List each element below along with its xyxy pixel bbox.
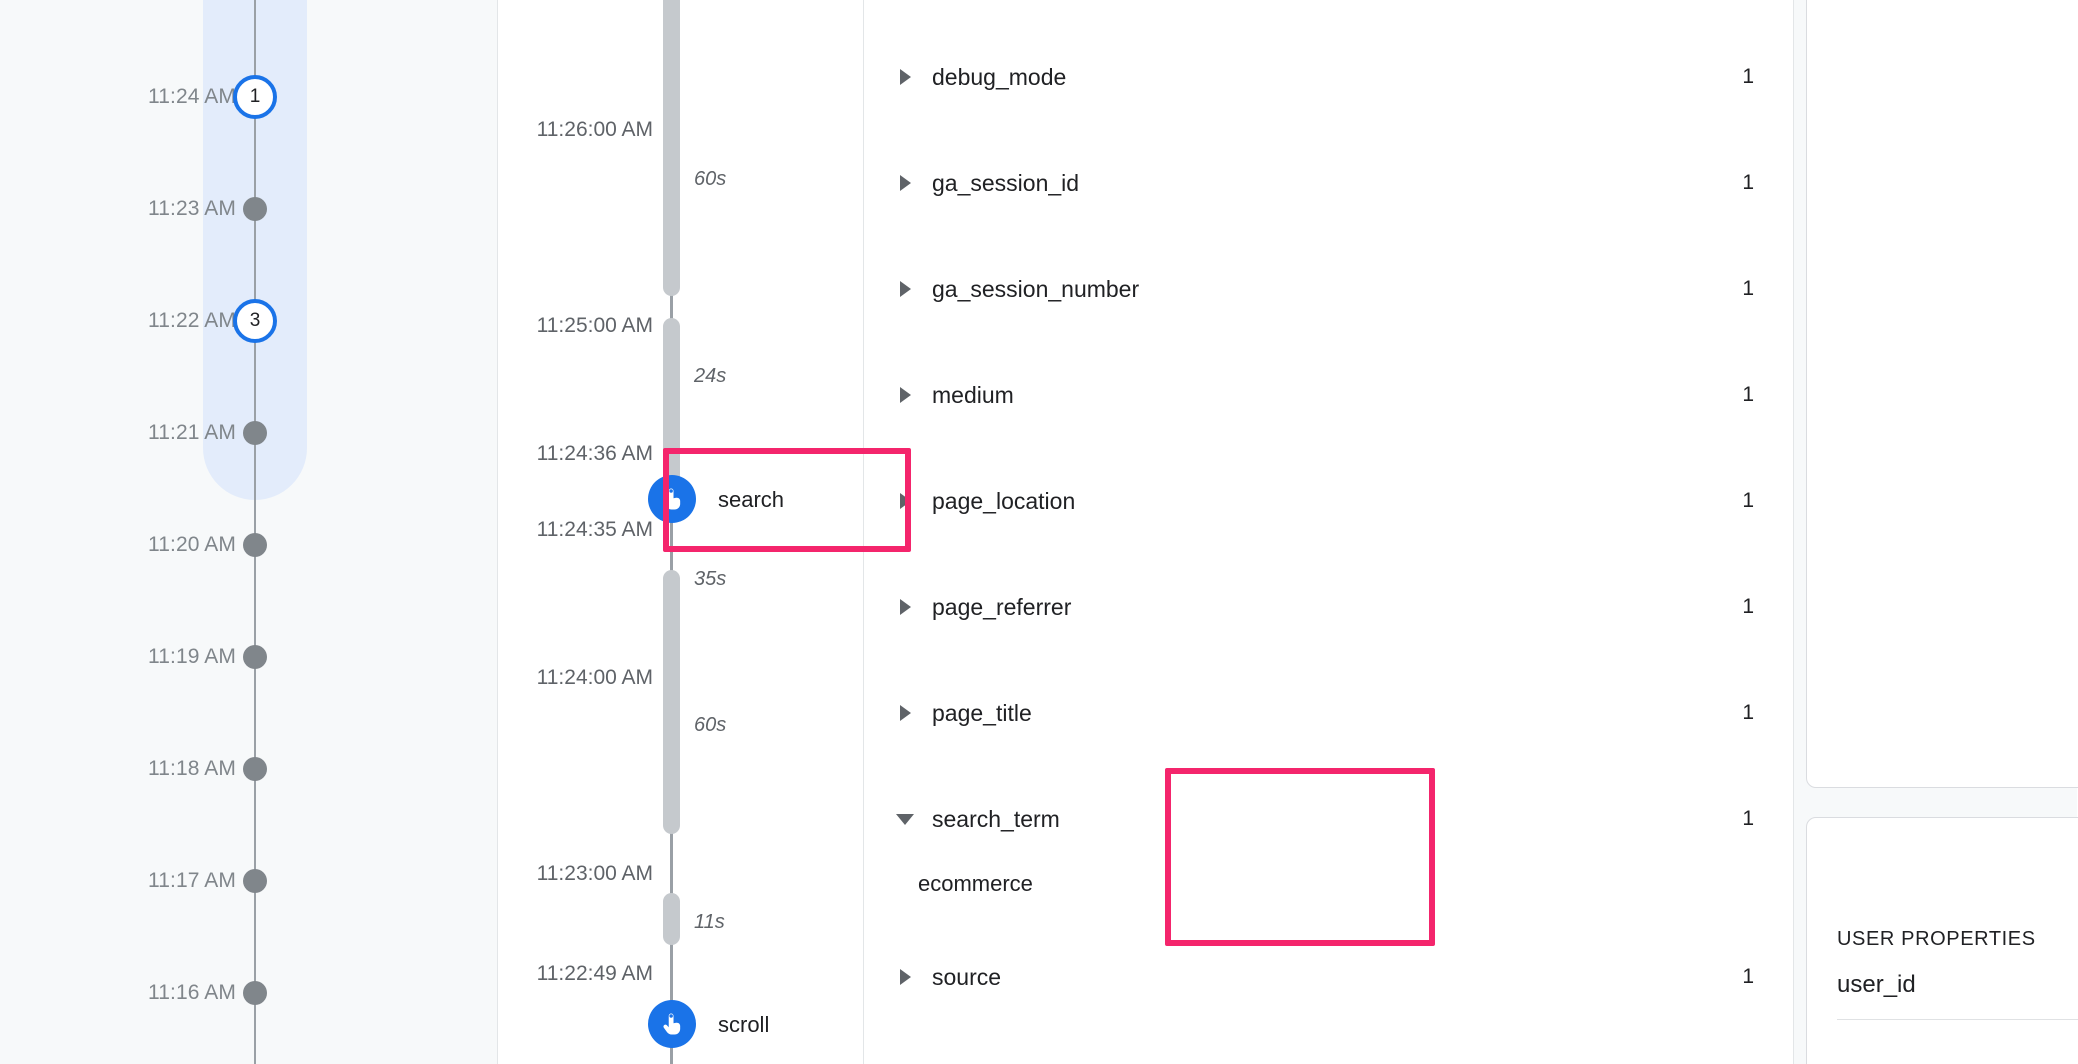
minute-dot-marker (243, 533, 267, 557)
event-timestamp: 11:24:00 AM (536, 666, 653, 689)
parameter-name: ga_session_id (932, 169, 1080, 196)
minute-label: 11:20 AM (148, 533, 236, 556)
minute-row[interactable]: 11:24 AM 1 (0, 75, 498, 119)
minute-event-count-badge[interactable]: 3 (233, 299, 277, 343)
parameter-name: medium (932, 381, 1014, 408)
user-property-divider (1837, 1019, 2078, 1020)
minute-label: 11:16 AM (148, 981, 236, 1004)
minute-row[interactable]: 11:19 AM (0, 642, 498, 672)
parameter-count: 1 (1742, 965, 1754, 988)
parameter-row[interactable]: source 1 (864, 949, 1794, 1005)
minute-row[interactable]: 11:22 AM 3 (0, 299, 498, 343)
minute-event-count-badge[interactable]: 1 (233, 75, 277, 119)
timeline-duration-segment (663, 704, 680, 834)
timeline-duration-segment (663, 0, 680, 296)
timeline-duration-segment (663, 893, 680, 945)
minute-row[interactable]: 11:18 AM (0, 754, 498, 784)
minute-label: 11:23 AM (148, 197, 236, 220)
event-timestamp: 11:24:36 AM (536, 442, 653, 465)
minute-dot-marker (243, 869, 267, 893)
event-stream-column: 11:26:00 AM 11:25:00 AM 11:24:36 AM 11:24:3… (498, 0, 864, 1064)
minute-dot-marker (243, 757, 267, 781)
chevron-right-icon[interactable] (900, 175, 911, 191)
touch-icon[interactable] (648, 475, 696, 523)
minute-label: 11:19 AM (148, 645, 236, 668)
event-gap-duration: 35s (694, 568, 727, 590)
event-timestamp: 11:24:35 AM (536, 518, 653, 541)
minute-timeline-column: 11:24 AM 1 11:23 AM 11:22 AM 3 11:21 AM 11:20 … (0, 0, 498, 1064)
parameter-count: 1 (1742, 171, 1754, 194)
minute-row[interactable]: 11:17 AM (0, 866, 498, 896)
parameter-count: 1 (1742, 807, 1754, 830)
user-properties-title: USER PROPERTIES (1837, 928, 2036, 950)
chevron-right-icon[interactable] (900, 599, 911, 615)
minute-label: 11:24 AM (148, 85, 236, 108)
event-name[interactable]: search (718, 487, 784, 513)
event-timestamp: 11:23:00 AM (536, 862, 653, 885)
parameter-name: search_term (932, 805, 1060, 832)
event-gap-duration: 11s (694, 911, 725, 933)
summary-panel-column: scrollsearch USER PROPERTIES user_id (1794, 0, 2078, 1064)
minute-row[interactable]: 11:20 AM (0, 530, 498, 560)
top-events-card: scrollsearch (1806, 0, 2078, 788)
parameter-row[interactable]: ga_session_id 1 (864, 155, 1794, 211)
event-timestamp: 11:25:00 AM (536, 314, 653, 337)
minute-label: 11:18 AM (148, 757, 236, 780)
event-timestamp: 11:26:00 AM (536, 118, 653, 141)
parameter-count: 1 (1742, 595, 1754, 618)
minute-row[interactable]: 11:16 AM (0, 978, 498, 1008)
analytics-debugview-screen: 11:24 AM 1 11:23 AM 11:22 AM 3 11:21 AM 11:20 … (0, 0, 2078, 1064)
minute-label: 11:22 AM (148, 309, 236, 332)
minute-dot-marker (243, 645, 267, 669)
parameter-row[interactable]: ga_session_number 1 (864, 261, 1794, 317)
chevron-right-icon[interactable] (900, 705, 911, 721)
parameter-count: 1 (1742, 383, 1754, 406)
parameter-count: 1 (1742, 489, 1754, 512)
minute-row[interactable]: 11:23 AM (0, 194, 498, 224)
parameter-count: 1 (1742, 277, 1754, 300)
parameter-row[interactable]: page_referrer 1 (864, 579, 1794, 635)
minute-row[interactable]: 11:21 AM (0, 418, 498, 448)
chevron-down-icon[interactable] (896, 814, 914, 825)
parameter-count: 1 (1742, 65, 1754, 88)
minute-dot-marker (243, 197, 267, 221)
parameter-row[interactable]: debug_mode 1 (864, 49, 1794, 105)
minute-label: 11:21 AM (148, 421, 236, 444)
chevron-right-icon[interactable] (900, 387, 911, 403)
parameter-name: page_location (932, 487, 1076, 514)
parameter-row[interactable]: page_title 1 (864, 685, 1794, 741)
minute-dot-marker (243, 421, 267, 445)
parameter-value: ecommerce (918, 871, 1033, 896)
event-timestamp: 11:22:49 AM (536, 962, 653, 985)
touch-icon[interactable] (648, 1000, 696, 1048)
chevron-right-icon[interactable] (900, 281, 911, 297)
chevron-right-icon[interactable] (900, 969, 911, 985)
minute-label: 11:17 AM (148, 869, 236, 892)
minute-dot-marker (243, 981, 267, 1005)
parameter-row[interactable]: page_location 1 (864, 473, 1794, 529)
parameter-count: 1 (1742, 701, 1754, 724)
event-parameters-column: debug_mode 1 ga_session_id 1 ga_session_numb… (864, 0, 1794, 1064)
parameter-name: source (932, 963, 1002, 990)
event-gap-duration: 60s (694, 168, 727, 190)
user-property-name[interactable]: user_id (1837, 971, 1916, 999)
user-properties-card: USER PROPERTIES user_id (1806, 817, 2078, 1064)
parameter-name: page_title (932, 699, 1032, 726)
parameter-name: page_referrer (932, 593, 1072, 620)
parameter-row[interactable]: search_term 1 (864, 791, 1794, 847)
parameter-name: debug_mode (932, 63, 1067, 90)
parameter-row[interactable]: medium 1 (864, 367, 1794, 423)
parameter-name: ga_session_number (932, 275, 1140, 302)
event-name[interactable]: scroll (718, 1012, 769, 1038)
chevron-right-icon[interactable] (900, 69, 911, 85)
event-gap-duration: 60s (694, 714, 727, 736)
event-gap-duration: 24s (694, 365, 727, 387)
chevron-right-icon[interactable] (900, 493, 911, 509)
